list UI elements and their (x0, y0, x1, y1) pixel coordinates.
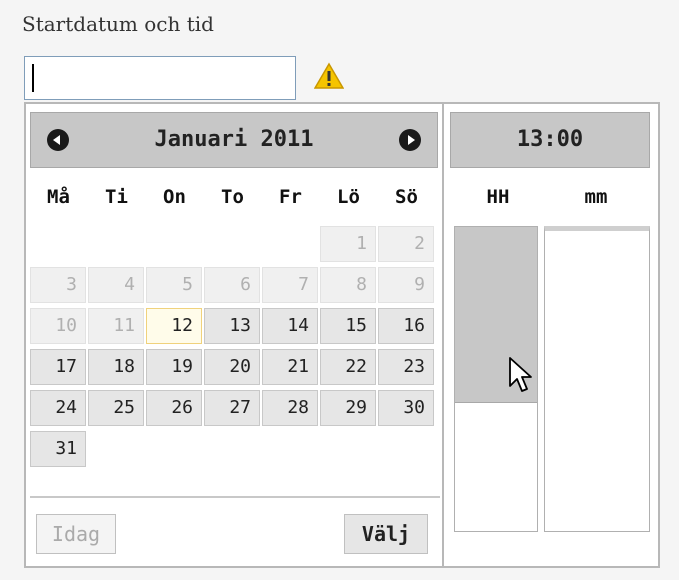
day-cell: 4 (88, 267, 144, 303)
weekday-label: Ti (105, 186, 128, 208)
day-cell: 1 (320, 226, 376, 262)
field-label: Startdatum och tid (22, 12, 214, 36)
day-cell: 7 (262, 267, 318, 303)
day-cell: 6 (204, 267, 260, 303)
weekday-label: Lö (337, 186, 360, 208)
day-cell[interactable]: 14 (262, 308, 318, 344)
start-datetime-input[interactable] (24, 56, 296, 100)
mouse-cursor-icon (509, 357, 532, 392)
day-cell: 2 (378, 226, 434, 262)
day-grid: 1 2 3 4 5 6 7 8 9 10 11 12 13 14 15 16 17 18 19 20 21 22 23 24 2… (30, 226, 440, 467)
time-panel: 13:00 HH mm (444, 104, 658, 566)
day-cell[interactable]: 28 (262, 390, 318, 426)
day-cell[interactable]: 19 (146, 349, 202, 385)
day-cell[interactable]: 20 (204, 349, 260, 385)
day-cell: 5 (146, 267, 202, 303)
day-cell[interactable]: 23 (378, 349, 434, 385)
next-month-icon[interactable] (399, 129, 421, 151)
select-button[interactable]: Välj (344, 514, 428, 554)
datetime-picker: Januari 2011 Må Ti On To Fr Lö Sö 1 2 3 4 5 6 7 8 9 10 1… (24, 102, 660, 568)
day-cell[interactable]: 16 (378, 308, 434, 344)
minute-column-label: mm (584, 186, 608, 208)
warning-icon (314, 62, 344, 89)
day-cell[interactable]: 21 (262, 349, 318, 385)
month-title: Januari 2011 (154, 127, 314, 152)
weekday-label: To (221, 186, 244, 208)
day-cell[interactable]: 18 (88, 349, 144, 385)
weekday-label: Fr (279, 186, 302, 208)
day-cell-today[interactable]: 12 (146, 308, 202, 344)
time-display: 13:00 (450, 112, 650, 168)
footer-divider (30, 496, 440, 498)
day-cell[interactable]: 22 (320, 349, 376, 385)
text-caret (32, 64, 34, 92)
day-cell: 3 (30, 267, 86, 303)
calendar-panel: Januari 2011 Må Ti On To Fr Lö Sö 1 2 3 4 5 6 7 8 9 10 1… (26, 104, 444, 566)
day-cell: 9 (378, 267, 434, 303)
weekday-row: Må Ti On To Fr Lö Sö (30, 186, 440, 216)
weekday-label: Sö (395, 186, 418, 208)
minute-slider[interactable] (544, 226, 650, 532)
weekday-label: On (163, 186, 186, 208)
day-cell: 11 (88, 308, 144, 344)
day-cell[interactable]: 24 (30, 390, 86, 426)
day-cell[interactable]: 25 (88, 390, 144, 426)
day-cell[interactable]: 31 (30, 431, 86, 467)
day-cell: 8 (320, 267, 376, 303)
day-cell[interactable]: 27 (204, 390, 260, 426)
day-cell: 10 (30, 308, 86, 344)
today-button[interactable]: Idag (36, 514, 116, 554)
calendar-header: Januari 2011 (30, 112, 438, 168)
hour-column-label: HH (486, 186, 510, 208)
day-cell[interactable]: 15 (320, 308, 376, 344)
day-cell[interactable]: 29 (320, 390, 376, 426)
day-cell[interactable]: 26 (146, 390, 202, 426)
day-cell[interactable]: 17 (30, 349, 86, 385)
weekday-label: Må (47, 186, 70, 208)
day-cell[interactable]: 30 (378, 390, 434, 426)
day-cell[interactable]: 13 (204, 308, 260, 344)
